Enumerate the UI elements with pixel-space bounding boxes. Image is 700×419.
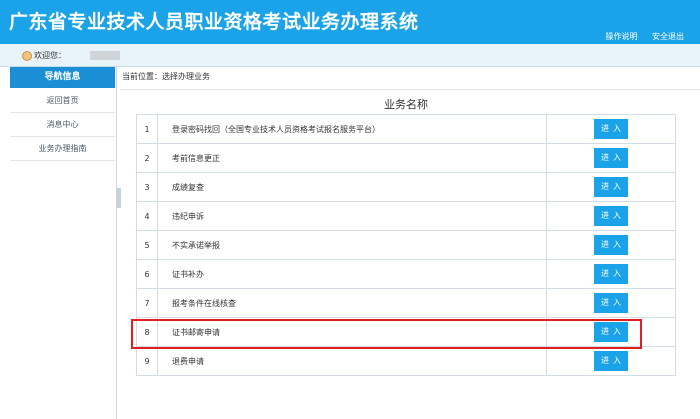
enter-button[interactable]: 进入 [594, 264, 628, 284]
enter-button[interactable]: 进入 [594, 119, 628, 139]
row-action: 进入 [546, 143, 676, 173]
row-action: 进入 [546, 346, 676, 376]
user-avatar-icon [22, 51, 32, 61]
table-row: 3 成绩复查 进入 [136, 172, 676, 202]
business-name: 成绩复查 [157, 172, 547, 202]
business-name: 登录密码找回（全国专业技术人员资格考试报名服务平台） [157, 114, 547, 144]
welcome-label: 欢迎您： [34, 51, 66, 60]
business-name: 考前信息更正 [157, 143, 547, 173]
row-action: 进入 [546, 230, 676, 260]
enter-button[interactable]: 进入 [594, 148, 628, 168]
row-number: 3 [136, 172, 158, 202]
table-row: 1 登录密码找回（全国专业技术人员资格考试报名服务平台） 进入 [136, 114, 676, 144]
row-number: 4 [136, 201, 158, 231]
row-action: 进入 [546, 172, 676, 202]
app-header: 广东省专业技术人员职业资格考试业务办理系统 操作说明 安全退出 [0, 0, 700, 44]
table-row: 5 不实承诺举报 进入 [136, 230, 676, 260]
row-number: 7 [136, 288, 158, 318]
sidebar-collapse-handle[interactable] [116, 188, 121, 208]
row-number: 9 [136, 346, 158, 376]
welcome-bar: 欢迎您： [0, 44, 700, 67]
sidebar-item-guide[interactable]: 业务办理指南 [10, 137, 115, 161]
business-name: 证书补办 [157, 259, 547, 289]
table-row: 9 退费申请 进入 [136, 346, 676, 376]
business-name: 报考条件在线核查 [157, 288, 547, 318]
row-action: 进入 [546, 114, 676, 144]
enter-button[interactable]: 进入 [594, 293, 628, 313]
header-links: 操作说明 安全退出 [593, 31, 684, 42]
business-name: 不实承诺举报 [157, 230, 547, 260]
table-row: 2 考前信息更正 进入 [136, 143, 676, 173]
row-number: 6 [136, 259, 158, 289]
row-number: 5 [136, 230, 158, 260]
help-link[interactable]: 操作说明 [605, 32, 637, 41]
row-action: 进入 [546, 201, 676, 231]
app-title: 广东省专业技术人员职业资格考试业务办理系统 [9, 11, 419, 33]
breadcrumb-divider [120, 89, 700, 90]
table-row: 4 违纪申诉 进入 [136, 201, 676, 231]
sidebar-item-messages[interactable]: 消息中心 [10, 113, 115, 137]
row-action: 进入 [546, 259, 676, 289]
table-caption: 业务名称 [384, 98, 428, 111]
row-number: 1 [136, 114, 158, 144]
sidebar: 导航信息 返回首页 消息中心 业务办理指南 [0, 67, 117, 419]
row-action: 进入 [546, 288, 676, 318]
username-redacted [90, 51, 120, 60]
row-number: 2 [136, 143, 158, 173]
nav-header: 导航信息 [10, 67, 115, 88]
table-row: 6 证书补办 进入 [136, 259, 676, 289]
enter-button[interactable]: 进入 [594, 235, 628, 255]
business-name: 退费申请 [157, 346, 547, 376]
enter-button[interactable]: 进入 [594, 177, 628, 197]
table-row: 7 报考条件在线核查 进入 [136, 288, 676, 318]
business-name: 违纪申诉 [157, 201, 547, 231]
highlight-box [131, 319, 642, 349]
logout-link[interactable]: 安全退出 [652, 32, 684, 41]
breadcrumb: 当前位置：选择办理业务 [122, 72, 210, 81]
sidebar-item-home[interactable]: 返回首页 [10, 89, 115, 113]
enter-button[interactable]: 进入 [594, 351, 628, 371]
enter-button[interactable]: 进入 [594, 206, 628, 226]
